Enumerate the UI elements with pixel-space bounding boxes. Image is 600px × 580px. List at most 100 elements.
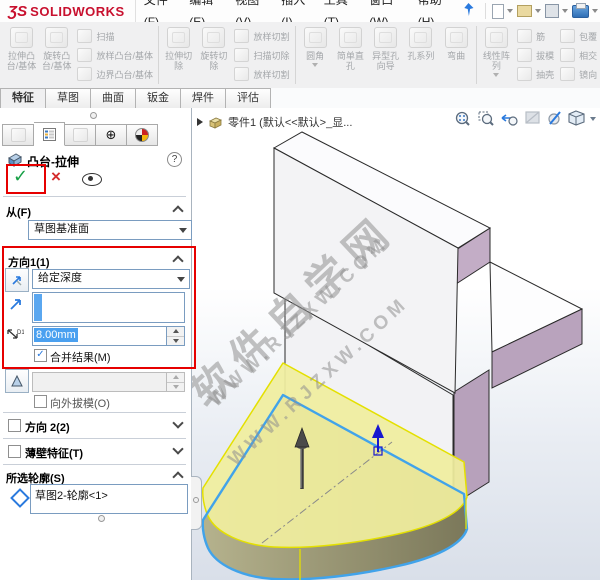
collapse-chevron-icon[interactable]: [172, 205, 184, 217]
thin-feature-section-header[interactable]: 薄壁特征(T): [25, 445, 83, 461]
cancel-button[interactable]: ×: [51, 167, 61, 187]
swept-cut-button[interactable]: 扫描切除: [234, 47, 290, 63]
swept-boss-button[interactable]: 扫描: [77, 28, 153, 44]
extruded-boss-button[interactable]: 拉伸凸台/基体: [4, 22, 39, 88]
wrap-button[interactable]: 包覆: [560, 28, 597, 44]
tab-surfaces[interactable]: 曲面: [91, 88, 136, 109]
tab-displaymanager[interactable]: [127, 124, 158, 146]
tab-featuremanager-tree[interactable]: [2, 124, 34, 146]
direction2-checkbox[interactable]: [8, 419, 21, 432]
extruded-boss-icon: [10, 27, 34, 48]
direction-reference-box[interactable]: [32, 292, 185, 323]
flyout-feature-tree[interactable]: 零件1 (默认<<默认>_显...: [197, 114, 352, 130]
simple-hole-button[interactable]: 简单直孔: [333, 22, 368, 88]
boundary-cut-button[interactable]: 放样切割: [234, 66, 290, 82]
hole-series-button[interactable]: 孔系列: [403, 22, 438, 88]
contour-item[interactable]: 草图2-轮廓<1>: [35, 487, 108, 503]
chevron-down-icon: [535, 9, 541, 13]
spinner-down-icon[interactable]: [167, 337, 184, 346]
part-tree-label[interactable]: 零件1 (默认<<默认>_显...: [228, 114, 352, 130]
chevron-down-icon: [177, 277, 185, 282]
tab-evaluate[interactable]: 评估: [226, 88, 271, 109]
chevron-down-icon: [592, 9, 598, 13]
depth-input[interactable]: 8.00mm: [32, 326, 167, 346]
extruded-cut-button[interactable]: 拉伸切除: [161, 22, 196, 88]
from-condition-select[interactable]: 草图基准面: [28, 220, 192, 240]
divider: [3, 196, 186, 197]
print-button[interactable]: [572, 2, 598, 18]
simple-hole-icon: [338, 27, 362, 48]
view-orientation-icon[interactable]: [568, 110, 596, 126]
tab-propertymanager[interactable]: [34, 122, 65, 146]
new-file-button[interactable]: [492, 3, 513, 19]
reverse-direction-button[interactable]: [5, 268, 29, 292]
fillet-icon: [303, 27, 327, 48]
draft-button[interactable]: 拔模: [517, 47, 554, 63]
solidworks-window: ƷS SOLIDWORKS 文件(F) 编辑(E) 视图(V) 插入(I) 工具…: [0, 0, 600, 580]
panel-tab-strip: ⊕: [2, 122, 158, 146]
shell-button[interactable]: 抽壳: [517, 66, 554, 82]
edit-appearance-icon[interactable]: [548, 111, 561, 125]
rib-button[interactable]: 筋: [517, 28, 554, 44]
flex-button[interactable]: 弯曲: [439, 22, 474, 88]
tab-dimxpert[interactable]: ⊕: [96, 124, 127, 146]
thin-feature-checkbox[interactable]: [8, 445, 21, 458]
divider: [3, 464, 186, 465]
expand-chevron-icon[interactable]: [172, 443, 184, 455]
graphics-viewport[interactable]: 软件自学网 WWW.RJZXW.COM WWW.RJZXW.COM 零件1 (默…: [192, 108, 600, 580]
tab-features[interactable]: 特征: [0, 88, 46, 109]
pin-menu-icon[interactable]: [462, 2, 475, 20]
lofted-boss-button[interactable]: 放样凸台/基体: [77, 47, 153, 63]
save-button[interactable]: [545, 4, 568, 18]
end-condition-select[interactable]: 给定深度: [32, 269, 190, 289]
expand-chevron-icon[interactable]: [172, 417, 184, 429]
panel-collapse-handle[interactable]: [90, 112, 97, 119]
previous-view-icon[interactable]: [501, 114, 518, 126]
divider: [3, 412, 186, 413]
intersect-button[interactable]: 相交: [560, 47, 597, 63]
depth-spinner[interactable]: [166, 326, 185, 346]
collapse-chevron-icon[interactable]: [172, 255, 184, 267]
tab-weldments[interactable]: 焊件: [181, 88, 226, 109]
merge-result-checkbox[interactable]: ✓: [34, 349, 47, 362]
lofted-cut-button[interactable]: 放样切割: [234, 28, 290, 44]
spinner-up-icon[interactable]: [167, 327, 184, 337]
divider: [475, 26, 477, 84]
open-file-button[interactable]: [517, 5, 541, 17]
collapse-chevron-icon[interactable]: [172, 471, 184, 483]
chevron-down-icon[interactable]: [493, 73, 500, 77]
zoom-area-icon[interactable]: [478, 111, 494, 126]
merge-result-label: 合并结果(M): [50, 352, 111, 364]
command-manager-ribbon: 拉伸凸台/基体 旋转凸台/基体 扫描 放样凸台/基体 边界凸台/基体 拉伸切除 …: [0, 22, 600, 89]
section-view-icon[interactable]: [525, 111, 540, 124]
lofted-boss-icon: [77, 48, 93, 62]
zoom-fit-icon[interactable]: [455, 111, 470, 126]
tab-sketch[interactable]: 草图: [46, 88, 91, 109]
revolved-cut-button[interactable]: 旋转切除: [196, 22, 231, 88]
resize-handle[interactable]: [98, 515, 105, 522]
panel-splitter-tab[interactable]: [191, 476, 202, 530]
fillet-button[interactable]: 圆角: [297, 22, 332, 88]
revolved-boss-button[interactable]: 旋转凸台/基体: [39, 22, 74, 88]
tab-configurations[interactable]: [65, 124, 96, 146]
boundary-boss-button[interactable]: 边界凸台/基体: [77, 66, 153, 82]
tab-sheet-metal[interactable]: 钣金: [136, 88, 181, 109]
help-icon[interactable]: ?: [167, 152, 182, 167]
mirror-button[interactable]: 镜向: [560, 66, 597, 82]
ok-button[interactable]: ✓: [13, 166, 28, 187]
chevron-down-icon[interactable]: [312, 63, 319, 67]
flex-icon: [444, 27, 468, 48]
preview-eye-icon[interactable]: [82, 173, 102, 186]
flyout-arrow-icon[interactable]: [197, 118, 203, 126]
divider: [485, 3, 486, 19]
swept-boss-icon: [77, 29, 93, 43]
hole-wizard-button[interactable]: 异型孔向导: [368, 22, 403, 88]
direction2-section-header[interactable]: 方向 2(2): [25, 419, 70, 435]
draft-outward-checkbox[interactable]: [34, 395, 47, 408]
selected-contours-box[interactable]: 草图2-轮廓<1>: [30, 484, 188, 514]
draft-on-off-button[interactable]: [5, 369, 29, 393]
divider: [157, 26, 159, 84]
draft-spinner: [166, 372, 185, 392]
linear-pattern-button[interactable]: 线性阵列: [479, 22, 514, 88]
from-section-header[interactable]: 从(F): [6, 204, 31, 220]
